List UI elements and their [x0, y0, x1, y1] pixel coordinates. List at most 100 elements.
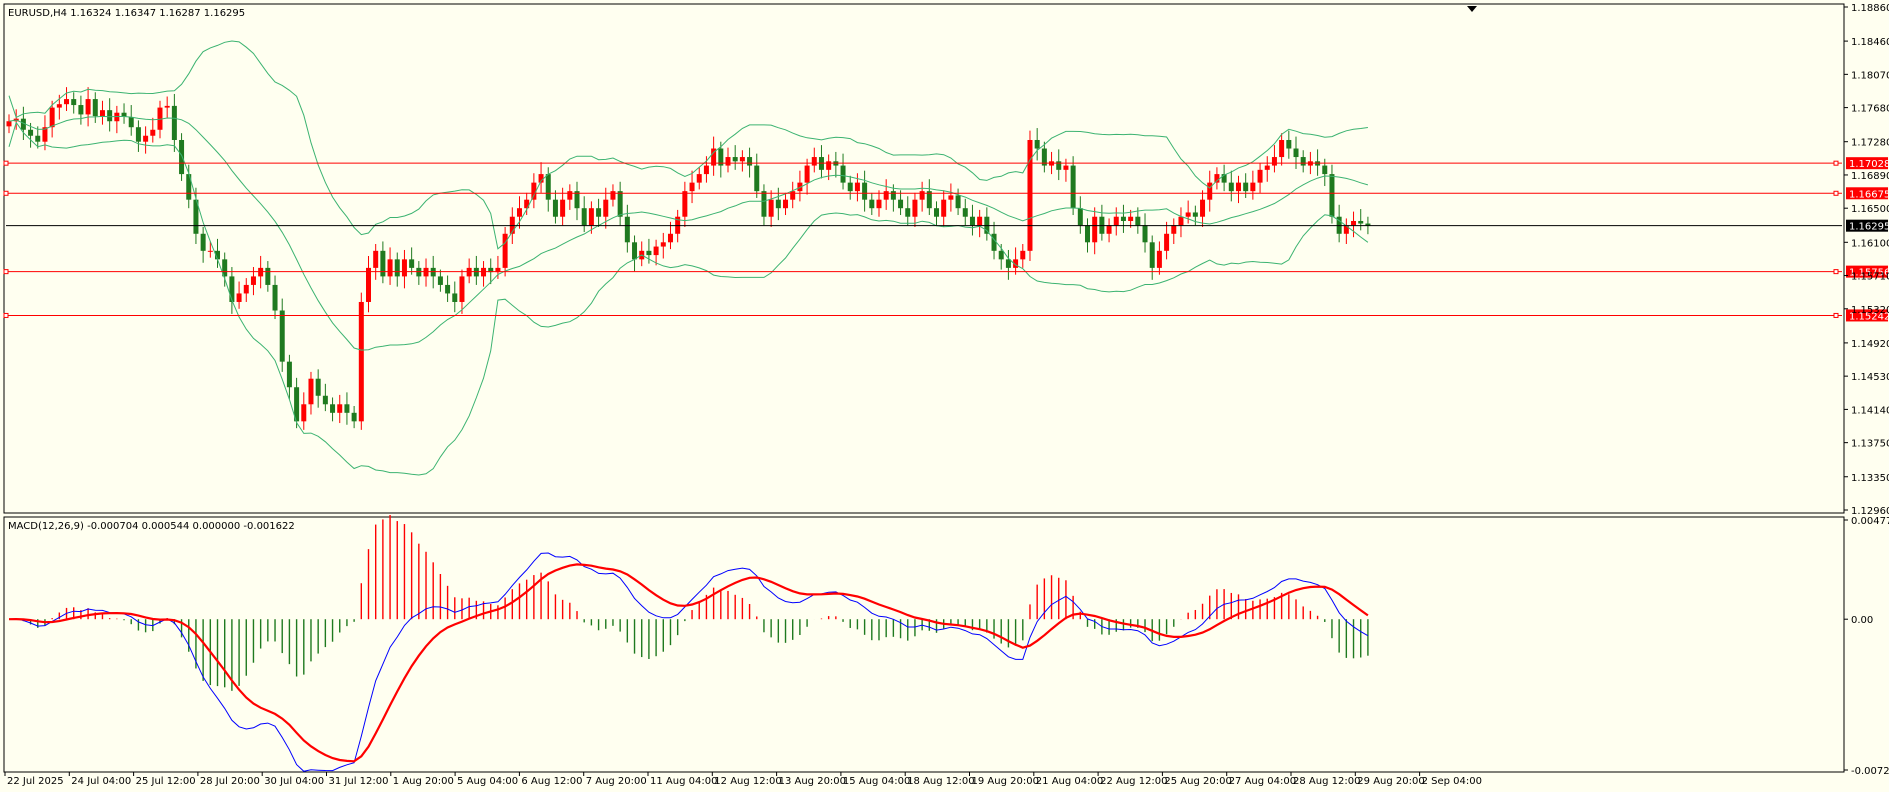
time-tick-label: 22 Jul 2025: [7, 776, 64, 787]
candle-body: [107, 110, 113, 122]
candle-body: [337, 404, 343, 413]
candle-body: [272, 284, 278, 311]
candle-body: [200, 233, 206, 251]
macd-tick-label: -0.007257: [1851, 766, 1889, 777]
candle-body: [430, 267, 436, 277]
candle-body: [1027, 139, 1033, 251]
chart-canvas[interactable]: 1.170281.166751.157561.152421.162951.188…: [0, 0, 1889, 792]
candle-body: [437, 276, 443, 285]
candle-body: [481, 267, 487, 277]
candle-body: [682, 191, 688, 217]
candle-body: [905, 208, 911, 217]
level-anchor-right[interactable]: [1833, 269, 1839, 275]
candle-body: [617, 191, 623, 217]
candle-body: [1235, 182, 1241, 192]
candle-body: [1358, 220, 1364, 224]
candle-body: [315, 378, 321, 396]
price-tick-label: 1.16890: [1851, 171, 1889, 182]
candle-body: [696, 174, 702, 183]
candle-body: [373, 250, 379, 268]
candle-body: [969, 216, 975, 226]
time-tick-label: 6 Aug 12:00: [521, 776, 582, 787]
time-tick-label: 15 Aug 04:00: [843, 776, 910, 787]
candle-body: [150, 129, 156, 136]
level-anchor-right[interactable]: [1833, 312, 1839, 318]
candle-body: [689, 182, 695, 192]
time-tick-label: 28 Jul 20:00: [200, 776, 260, 787]
candle-body: [624, 216, 630, 243]
candle-body: [962, 208, 968, 217]
level-anchor-right[interactable]: [1833, 160, 1839, 166]
price-tick-label: 1.17680: [1851, 104, 1889, 115]
macd-info-label: MACD(12,26,9) -0.000704 0.000544 0.00000…: [8, 521, 295, 532]
candle-body: [1300, 157, 1306, 166]
candle-body: [1228, 182, 1234, 192]
candle-body: [143, 135, 149, 142]
candle-body: [998, 250, 1004, 260]
candle-body: [1279, 139, 1285, 158]
candle-body: [610, 191, 616, 200]
candle-body: [502, 233, 508, 268]
time-tick-label: 28 Aug 12:00: [1293, 776, 1360, 787]
candle-body: [380, 250, 386, 277]
candle-body: [948, 195, 954, 200]
price-tick-label: 1.14140: [1851, 405, 1889, 416]
level-price-label: 1.16675: [1849, 189, 1889, 200]
candle-body: [250, 276, 256, 285]
candle-body: [99, 110, 105, 117]
time-tick-label: 19 Aug 20:00: [972, 776, 1039, 787]
candle-body: [1351, 220, 1357, 226]
candle-body: [1329, 174, 1335, 217]
candle-body: [1243, 182, 1249, 192]
time-tick-label: 21 Aug 04:00: [1036, 776, 1103, 787]
candle-body: [747, 157, 753, 166]
candle-body: [667, 233, 673, 243]
candle-body: [811, 157, 817, 166]
candle-body: [366, 267, 371, 302]
price-tick-label: 1.15710: [1851, 272, 1889, 283]
candle-body: [862, 182, 868, 200]
candle-body: [207, 250, 213, 252]
candle-body: [1034, 139, 1040, 149]
price-tick-label: 1.14920: [1851, 339, 1889, 350]
time-tick-label: 12 Aug 12:00: [714, 776, 781, 787]
candle-body: [761, 191, 767, 217]
candle-body: [1171, 225, 1177, 234]
candle-body: [545, 174, 551, 200]
candle-body: [854, 182, 860, 192]
price-tick-label: 1.16100: [1851, 238, 1889, 249]
candle-body: [1185, 212, 1191, 217]
candle-body: [351, 412, 357, 422]
candle-body: [416, 267, 422, 277]
price-tick-label: 1.16500: [1851, 204, 1889, 215]
price-panel-frame: [3, 3, 1845, 514]
candle-body: [1063, 165, 1069, 170]
level-anchor-left[interactable]: [3, 190, 9, 196]
price-tick-label: 1.17280: [1851, 138, 1889, 149]
level-anchor-left[interactable]: [3, 312, 9, 318]
level-anchor-left[interactable]: [3, 160, 9, 166]
time-tick-label: 25 Aug 20:00: [1164, 776, 1231, 787]
candle-body: [265, 267, 271, 285]
candle-body: [1020, 250, 1026, 260]
candle-body: [28, 129, 34, 136]
candle-body: [179, 139, 185, 175]
candle-body: [1286, 139, 1292, 149]
candle-body: [567, 191, 573, 200]
candle-body: [473, 267, 479, 277]
candle-body: [1085, 225, 1090, 243]
time-tick-label: 31 Jul 12:00: [329, 776, 389, 787]
candle-body: [171, 105, 177, 140]
level-anchor-left[interactable]: [3, 269, 9, 275]
time-tick-label: 13 Aug 20:00: [779, 776, 846, 787]
candle-body: [1120, 216, 1126, 221]
time-tick-label: 27 Aug 04:00: [1229, 776, 1296, 787]
candle-body: [869, 199, 875, 209]
candle-body: [1257, 169, 1263, 183]
candle-body: [560, 199, 566, 217]
time-tick-label: 22 Aug 12:00: [1100, 776, 1167, 787]
level-anchor-right[interactable]: [1833, 190, 1839, 196]
candle-body: [646, 250, 652, 256]
candle-body: [128, 116, 134, 128]
candle-body: [847, 182, 853, 192]
